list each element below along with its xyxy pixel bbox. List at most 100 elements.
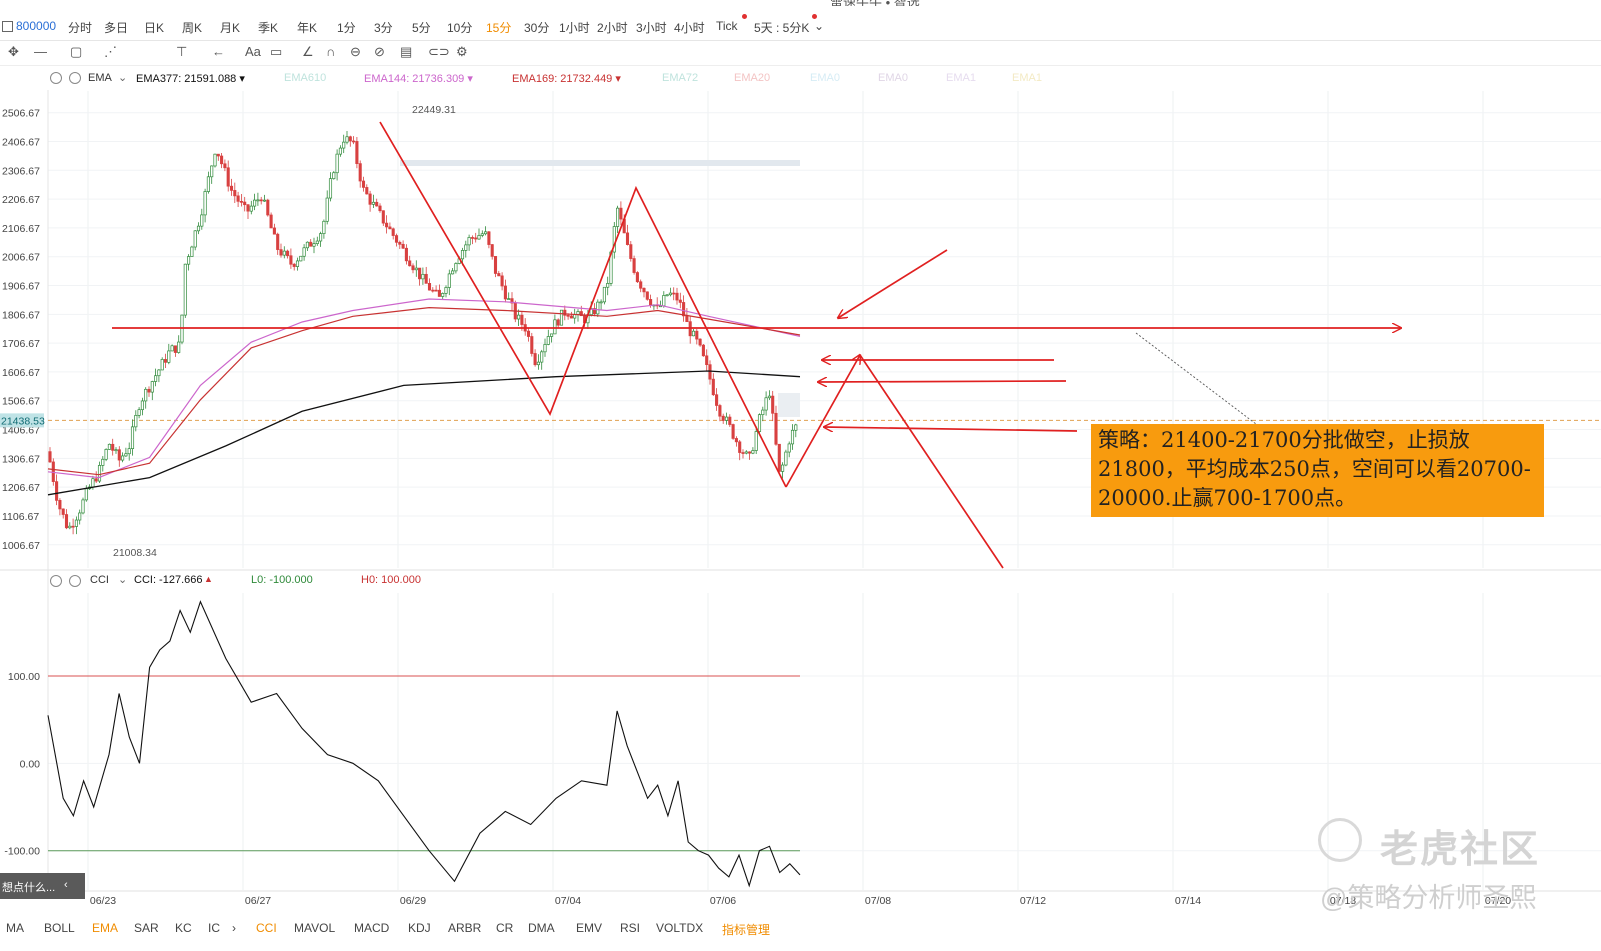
move-icon[interactable]: ✥	[8, 44, 19, 60]
candle-body	[784, 451, 788, 466]
chevron-down-icon[interactable]: ⌄	[118, 71, 127, 84]
chevron-down-icon[interactable]: ⌄	[118, 573, 127, 586]
indicator-tab-1[interactable]: BOLL	[44, 921, 75, 935]
timeframe-7[interactable]: 1分	[337, 19, 356, 36]
legend-item-9[interactable]: EMA1	[1012, 72, 1042, 84]
timeframe-14[interactable]: 2小时	[597, 19, 628, 36]
chevron-down-icon[interactable]: ⌄	[814, 19, 824, 33]
lock-icon[interactable]: ⊖	[350, 44, 361, 60]
price-tick-label: 2006.67	[2, 252, 40, 264]
ema-indicator-name[interactable]: EMA	[88, 72, 112, 84]
price-tick-label: 1806.67	[2, 309, 40, 321]
checkbox-icon[interactable]	[2, 21, 13, 32]
comment-icon[interactable]: ▭	[270, 44, 282, 60]
ema-settings-icon[interactable]	[50, 72, 62, 84]
legend-item-6[interactable]: EMA0	[810, 72, 840, 84]
link-icon[interactable]: ⊂⊃	[428, 44, 450, 60]
delete-icon[interactable]: ▤	[400, 44, 412, 60]
watermark-author: @策略分析师圣熙	[1320, 883, 1537, 913]
legend-item-7[interactable]: EMA0	[878, 72, 908, 84]
timeframe-16[interactable]: 4小时	[674, 19, 705, 36]
indicator-tab-15[interactable]: VOLTDX	[656, 921, 703, 935]
cci-settings-icon[interactable]	[50, 575, 62, 587]
ruler-icon[interactable]: ∠	[302, 44, 314, 60]
timeframe-10[interactable]: 10分	[447, 19, 472, 36]
indicator-tab-0[interactable]: MA	[6, 921, 24, 935]
timeframe-9[interactable]: 5分	[412, 19, 431, 36]
legend-item-3[interactable]: EMA169: 21732.449 ▾	[512, 72, 621, 85]
text-tool-icon[interactable]: Aa	[245, 44, 261, 59]
cci-line	[47, 600, 801, 888]
indicator-tab-16[interactable]: 指标管理	[722, 921, 770, 938]
indicator-tab-13[interactable]: EMV	[576, 921, 602, 935]
candle-body	[460, 250, 465, 260]
settings-icon[interactable]: ⚙	[456, 44, 468, 60]
indicator-tab-8[interactable]: MACD	[354, 921, 389, 935]
cci-close-icon[interactable]	[69, 575, 81, 587]
candle-body	[173, 345, 177, 353]
candle-body	[134, 415, 138, 428]
timeframe-17[interactable]: Tick	[716, 19, 738, 33]
indicator-tab-11[interactable]: CR	[496, 921, 513, 935]
hide-icon[interactable]: ⊘	[374, 44, 385, 60]
timeframe-12[interactable]: 30分	[524, 19, 549, 36]
candle-body	[530, 336, 534, 354]
legend-item-8[interactable]: EMA1	[946, 72, 976, 84]
timeframe-4[interactable]: 月K	[220, 19, 240, 36]
cci-tick-label: -100.00	[4, 846, 40, 858]
legend-item-1[interactable]: EMA610	[284, 72, 326, 84]
indicator-tab-4[interactable]: KC	[175, 921, 192, 935]
shape-icon[interactable]: ▢	[70, 44, 82, 60]
indicator-tab-5[interactable]: IC	[208, 921, 220, 935]
timeframe-18[interactable]: 5天 : 5分K	[754, 19, 809, 36]
indicator-tab-14[interactable]: RSI	[620, 921, 640, 935]
high-price-label: 22449.31	[412, 104, 456, 116]
timeframe-15[interactable]: 3小时	[636, 19, 667, 36]
indicator-tab-9[interactable]: KDJ	[408, 921, 431, 935]
candle-body	[233, 190, 237, 197]
candle-body	[295, 260, 300, 267]
timeframe-5[interactable]: 季K	[258, 19, 278, 36]
timeframe-3[interactable]: 周K	[182, 19, 202, 36]
indicator-tab-10[interactable]: ARBR	[448, 921, 481, 935]
timeframe-11[interactable]: 15分	[486, 19, 511, 36]
cci-value: CCI: -127.666	[134, 574, 203, 586]
indicator-tab-12[interactable]: DMA	[528, 921, 555, 935]
indicator-tab-2[interactable]: EMA	[92, 921, 118, 935]
pattern-icon[interactable]: ⋰	[104, 44, 117, 60]
candle-body	[771, 395, 775, 414]
fib-icon[interactable]: ⊤	[176, 44, 187, 60]
candle-body	[236, 195, 240, 202]
timeframe-13[interactable]: 1小时	[559, 19, 590, 36]
indicator-tab-7[interactable]: MAVOL	[294, 921, 335, 935]
arrow-icon[interactable]: ←	[212, 44, 225, 59]
price-tick-label: 1206.67	[2, 482, 40, 494]
timeframe-0[interactable]: 分时	[68, 19, 92, 36]
timeframe-8[interactable]: 3分	[374, 19, 393, 36]
legend-item-5[interactable]: EMA20	[734, 72, 770, 84]
candle-body	[147, 388, 151, 393]
timeframe-2[interactable]: 日K	[144, 19, 164, 36]
candle-body	[668, 292, 672, 296]
candle-body	[411, 265, 415, 271]
search-hint[interactable]: 想点什么... ‹	[0, 873, 85, 899]
candle-body	[378, 205, 382, 212]
cci-indicator-name[interactable]: CCI	[90, 574, 109, 586]
timeframe-6[interactable]: 年K	[297, 19, 317, 36]
legend-item-2[interactable]: EMA144: 21736.309 ▾	[364, 72, 473, 85]
symbol-code[interactable]: 800000	[16, 19, 56, 33]
timeframe-1[interactable]: 多日	[104, 19, 128, 36]
chevron-left-icon[interactable]: ‹	[64, 879, 68, 891]
line-icon[interactable]: —	[34, 44, 47, 59]
candle-body	[335, 153, 339, 174]
indicator-tab-3[interactable]: SAR	[134, 921, 159, 935]
indicator-tab-6[interactable]: CCI	[256, 921, 277, 935]
price-tick-label: 1106.67	[2, 511, 39, 523]
legend-item-0[interactable]: EMA377: 21591.088 ▾	[136, 72, 245, 85]
magnet-icon[interactable]: ∩	[326, 44, 335, 59]
candle-body	[665, 294, 669, 297]
legend-item-4[interactable]: EMA72	[662, 72, 698, 84]
ema-close-icon[interactable]	[69, 72, 81, 84]
chevron-right-icon[interactable]: ›	[232, 921, 236, 935]
timeframe-bar: 800000 分时 多日 日K 周K 月K 季K 年K 1分 3分 5分 10分 15分 30分 1小时 2…	[0, 14, 1601, 41]
